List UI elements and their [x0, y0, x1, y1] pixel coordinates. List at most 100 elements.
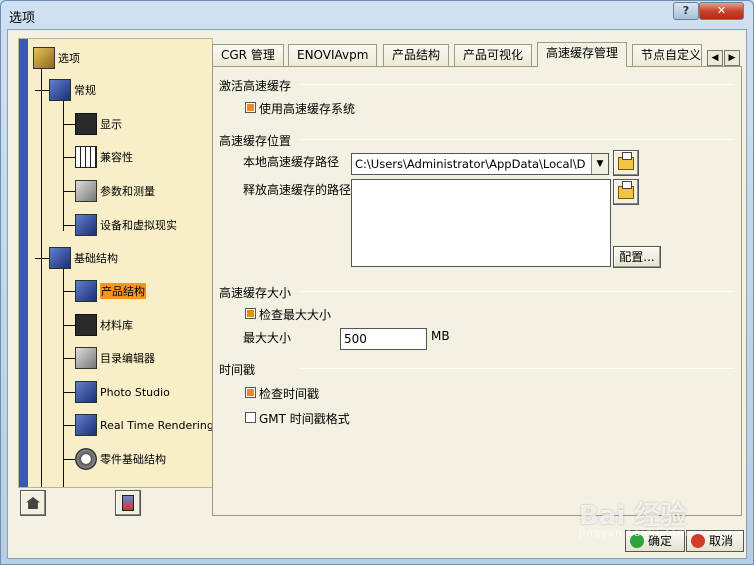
tree-item-general[interactable]: 常规: [49, 79, 96, 101]
tab-product-structure[interactable]: 产品结构: [383, 44, 450, 66]
tree-connector: [63, 124, 75, 125]
tree-item-photo-studio[interactable]: Photo Studio: [75, 381, 170, 403]
section-title-size: 高速缓存大小: [219, 286, 292, 300]
use-cache-checkbox[interactable]: [245, 102, 256, 113]
configure-button[interactable]: 配置...: [613, 246, 661, 268]
chevron-down-icon[interactable]: ▼: [591, 154, 608, 174]
product-structure-icon: [75, 280, 97, 302]
tree-item-options[interactable]: 选项: [33, 47, 80, 69]
tree-item-label: Real Time Rendering: [100, 418, 213, 432]
local-path-value: C:\Users\Administrator\AppData\Local\D: [355, 157, 586, 171]
tree-item-label: 显示: [100, 118, 122, 131]
folder-icon: [618, 181, 634, 199]
max-size-unit: MB: [431, 329, 450, 343]
section-title-activate: 激活高速缓存: [219, 79, 292, 93]
tree-item-label: 材料库: [100, 319, 133, 332]
ok-icon: [630, 534, 644, 548]
tab-node-customization[interactable]: 节点自定义: [632, 44, 702, 66]
check-timestamp-checkbox[interactable]: [245, 387, 256, 398]
tree-settings-button[interactable]: [115, 490, 141, 516]
tree-connector: [35, 90, 49, 91]
tree-item-label: 兼容性: [100, 151, 133, 164]
tree-item-part-infrastructure[interactable]: 零件基础结构: [75, 448, 166, 470]
close-button[interactable]: ✕: [699, 2, 744, 20]
browse-local-path-button[interactable]: [613, 150, 639, 176]
options-icon: [33, 47, 55, 69]
folder-icon: [618, 152, 634, 170]
tree-connector: [63, 358, 75, 359]
tree-item-real-time-rendering[interactable]: Real Time Rendering: [75, 414, 213, 436]
dialog-client-area: 选项 常规 显示 兼容性 参数和测量 设备和虚拟现实 基础结构 产品结构 材料库…: [7, 29, 747, 559]
tree-item-infrastructure[interactable]: 基础结构: [49, 247, 118, 269]
local-path-combo[interactable]: C:\Users\Administrator\AppData\Local\D ▼: [351, 153, 609, 175]
ok-button-label: 确定: [648, 534, 673, 548]
tab-cgr-management[interactable]: CGR 管理: [212, 44, 284, 66]
tree-connector: [63, 425, 75, 426]
cache-management-panel: 激活高速缓存 使用高速缓存系统 高速缓存位置 本地高速缓存路径 C:\Users…: [212, 66, 742, 516]
cancel-button[interactable]: 取消: [686, 530, 744, 552]
window-title: 选项: [9, 11, 36, 26]
home-icon: [26, 497, 40, 509]
tree-home-button[interactable]: [20, 490, 46, 516]
section-separator: [301, 139, 733, 140]
check-max-size-label: 检查最大大小: [259, 308, 332, 322]
max-size-input[interactable]: 500: [340, 328, 427, 350]
devices-vr-icon: [75, 214, 97, 236]
tree-connector: [63, 225, 75, 226]
gmt-format-checkbox[interactable]: [245, 412, 256, 423]
parameters-icon: [75, 180, 97, 202]
tab-scroll-right-button[interactable]: ▶: [724, 50, 740, 66]
tree-item-catalog-editor[interactable]: 目录编辑器: [75, 347, 155, 369]
tree-item-material-library[interactable]: 材料库: [75, 314, 133, 336]
tree-item-label: 选项: [58, 52, 80, 65]
tree-connector: [63, 291, 75, 292]
release-path-list[interactable]: [351, 179, 611, 267]
infrastructure-icon: [49, 247, 71, 269]
options-dialog: 选项 ? ✕ 选项 常规 显示 兼容性 参数和测量 设备和虚拟现实 基础结构 产…: [0, 0, 754, 565]
tab-product-visualization[interactable]: 产品可视化: [454, 44, 533, 66]
compatibility-icon: [75, 146, 97, 168]
tab-strip: CGR 管理 ENOVIAvpm 产品结构 产品可视化 高速缓存管理 节点自定义…: [212, 42, 742, 67]
tree-item-compatibility[interactable]: 兼容性: [75, 146, 133, 168]
tree-scrollbar[interactable]: [19, 39, 28, 487]
tree-item-devices-vr[interactable]: 设备和虚拟现实: [75, 214, 177, 236]
tree-connector: [63, 157, 75, 158]
material-library-icon: [75, 314, 97, 336]
tab-scroll-left-button[interactable]: ◀: [707, 50, 723, 66]
release-path-label: 释放高速缓存的路径: [243, 183, 352, 197]
cancel-button-label: 取消: [709, 534, 734, 548]
tree-item-label: 基础结构: [74, 252, 118, 265]
tree-item-label: 零件基础结构: [100, 453, 166, 466]
help-button[interactable]: ?: [673, 2, 699, 20]
tree-connector: [63, 99, 64, 231]
tree-item-label: 设备和虚拟现实: [100, 219, 177, 232]
tree-item-display[interactable]: 显示: [75, 113, 122, 135]
tree-connector: [63, 459, 75, 460]
gmt-format-label: GMT 时间戳格式: [259, 412, 350, 426]
tab-cache-management[interactable]: 高速缓存管理: [537, 42, 628, 67]
section-separator: [301, 84, 733, 85]
check-timestamp-label: 检查时间戳: [259, 387, 320, 401]
ok-button[interactable]: 确定: [625, 530, 685, 552]
cancel-icon: [691, 534, 705, 548]
tree-item-label: 常规: [74, 84, 96, 97]
browse-release-path-button[interactable]: [613, 179, 639, 205]
tree-settings-icon: [122, 495, 134, 511]
section-separator: [301, 291, 733, 292]
tab-enoviavpm[interactable]: ENOVIAvpm: [288, 44, 378, 66]
tree-item-label: 参数和测量: [100, 185, 155, 198]
tree-item-label: 产品结构: [100, 283, 146, 299]
real-time-rendering-icon: [75, 414, 97, 436]
use-cache-label: 使用高速缓存系统: [259, 102, 356, 116]
display-icon: [75, 113, 97, 135]
catalog-editor-icon: [75, 347, 97, 369]
title-bar: 选项 ? ✕: [1, 1, 753, 29]
tree-item-product-structure[interactable]: 产品结构: [75, 280, 146, 302]
tree-item-label: 目录编辑器: [100, 352, 155, 365]
tree-connector: [35, 258, 49, 259]
tree-connector: [41, 69, 42, 487]
tree-connector: [63, 392, 75, 393]
tree-item-parameters[interactable]: 参数和测量: [75, 180, 155, 202]
photo-studio-icon: [75, 381, 97, 403]
check-max-size-checkbox[interactable]: [245, 308, 256, 319]
